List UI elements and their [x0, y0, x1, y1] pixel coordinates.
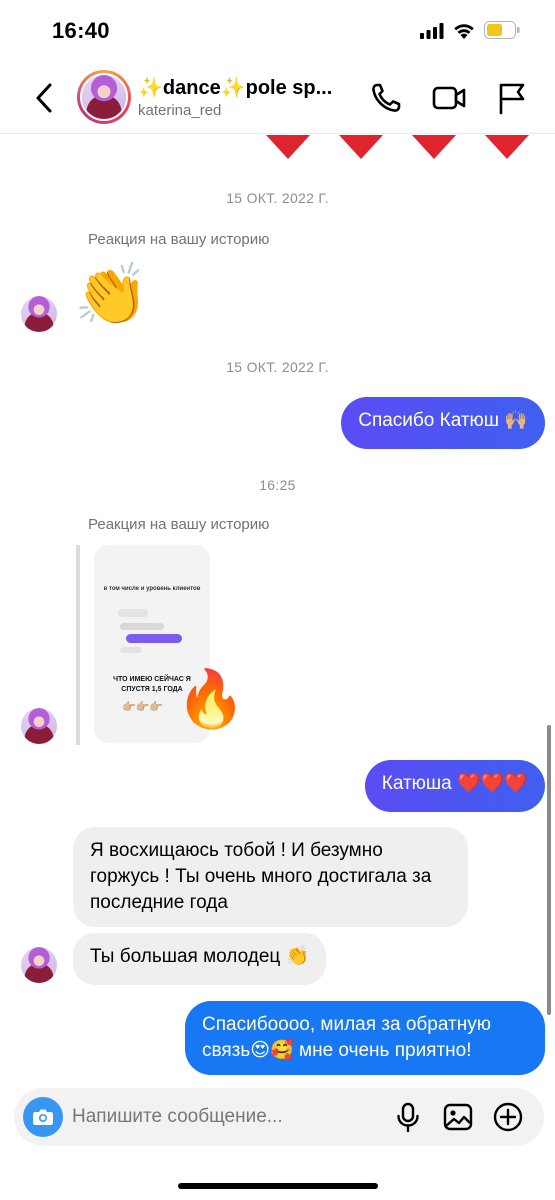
sender-avatar[interactable] — [21, 947, 57, 983]
chat-header: ✨dance✨pole sp... katerina_red — [0, 62, 555, 134]
time-separator: 16:25 — [259, 477, 296, 493]
gallery-image-icon[interactable] — [442, 1101, 474, 1133]
fire-reaction[interactable]: 🔥 — [176, 670, 246, 730]
story-reaction-label: Реакция на вашу историю — [88, 516, 270, 533]
date-separator: 15 ОКТ. 2022 Г. — [226, 190, 329, 206]
microphone-icon[interactable] — [392, 1101, 424, 1133]
outgoing-message[interactable]: Спасибо Катюш 🙌🏼 — [341, 397, 545, 449]
video-call-icon[interactable] — [431, 80, 467, 116]
contact-username[interactable]: katerina_red — [138, 102, 221, 119]
contact-avatar[interactable] — [77, 70, 131, 124]
camera-icon — [33, 1109, 53, 1125]
message-thread[interactable]: 15 ОКТ. 2022 Г. Реакция на вашу историю … — [0, 135, 555, 1085]
report-flag-icon[interactable] — [494, 80, 530, 116]
story-reaction-label: Реакция на вашу историю — [88, 231, 270, 248]
wifi-icon — [454, 24, 474, 39]
pointing-hands-emoji: 👉🏼👉🏼👉🏼 — [122, 700, 164, 713]
heart-icon — [412, 135, 456, 159]
story-chat-preview — [118, 609, 182, 653]
message-input[interactable] — [72, 1088, 372, 1146]
phone-call-icon[interactable] — [368, 80, 404, 116]
story-caption-top: в том числе и уровень клиентов — [103, 586, 201, 592]
date-separator: 15 ОКТ. 2022 Г. — [226, 359, 329, 375]
camera-button[interactable] — [23, 1097, 63, 1137]
incoming-message[interactable]: Я восхищаюсь тобой ! И безумно горжусь !… — [73, 827, 468, 927]
heart-icon — [339, 135, 383, 159]
clapping-hands-reaction[interactable]: 👏 — [74, 259, 149, 331]
status-time: 16:40 — [52, 18, 110, 43]
incoming-message[interactable]: Ты большая молодец 👏 — [73, 933, 327, 985]
heart-icon — [266, 135, 310, 159]
previous-hearts-reaction — [262, 135, 552, 165]
back-arrow-icon[interactable] — [30, 80, 60, 116]
contact-name[interactable]: ✨dance✨pole sp... — [138, 75, 360, 100]
add-plus-icon[interactable] — [492, 1101, 524, 1133]
message-composer — [14, 1088, 544, 1146]
heart-icon — [485, 135, 529, 159]
status-bar: 16:40 — [0, 0, 555, 62]
sender-avatar[interactable] — [21, 296, 57, 332]
cellular-signal-icon — [420, 23, 444, 39]
battery-icon — [484, 21, 520, 39]
home-indicator[interactable] — [178, 1183, 378, 1189]
scrollbar-thumb[interactable] — [547, 725, 551, 1015]
sender-avatar[interactable] — [21, 708, 57, 744]
outgoing-message[interactable]: Спасибоооо, милая за обратную связь😍🥰 мн… — [185, 1001, 545, 1075]
outgoing-message[interactable]: Катюша ❤️❤️❤️ — [364, 760, 545, 812]
